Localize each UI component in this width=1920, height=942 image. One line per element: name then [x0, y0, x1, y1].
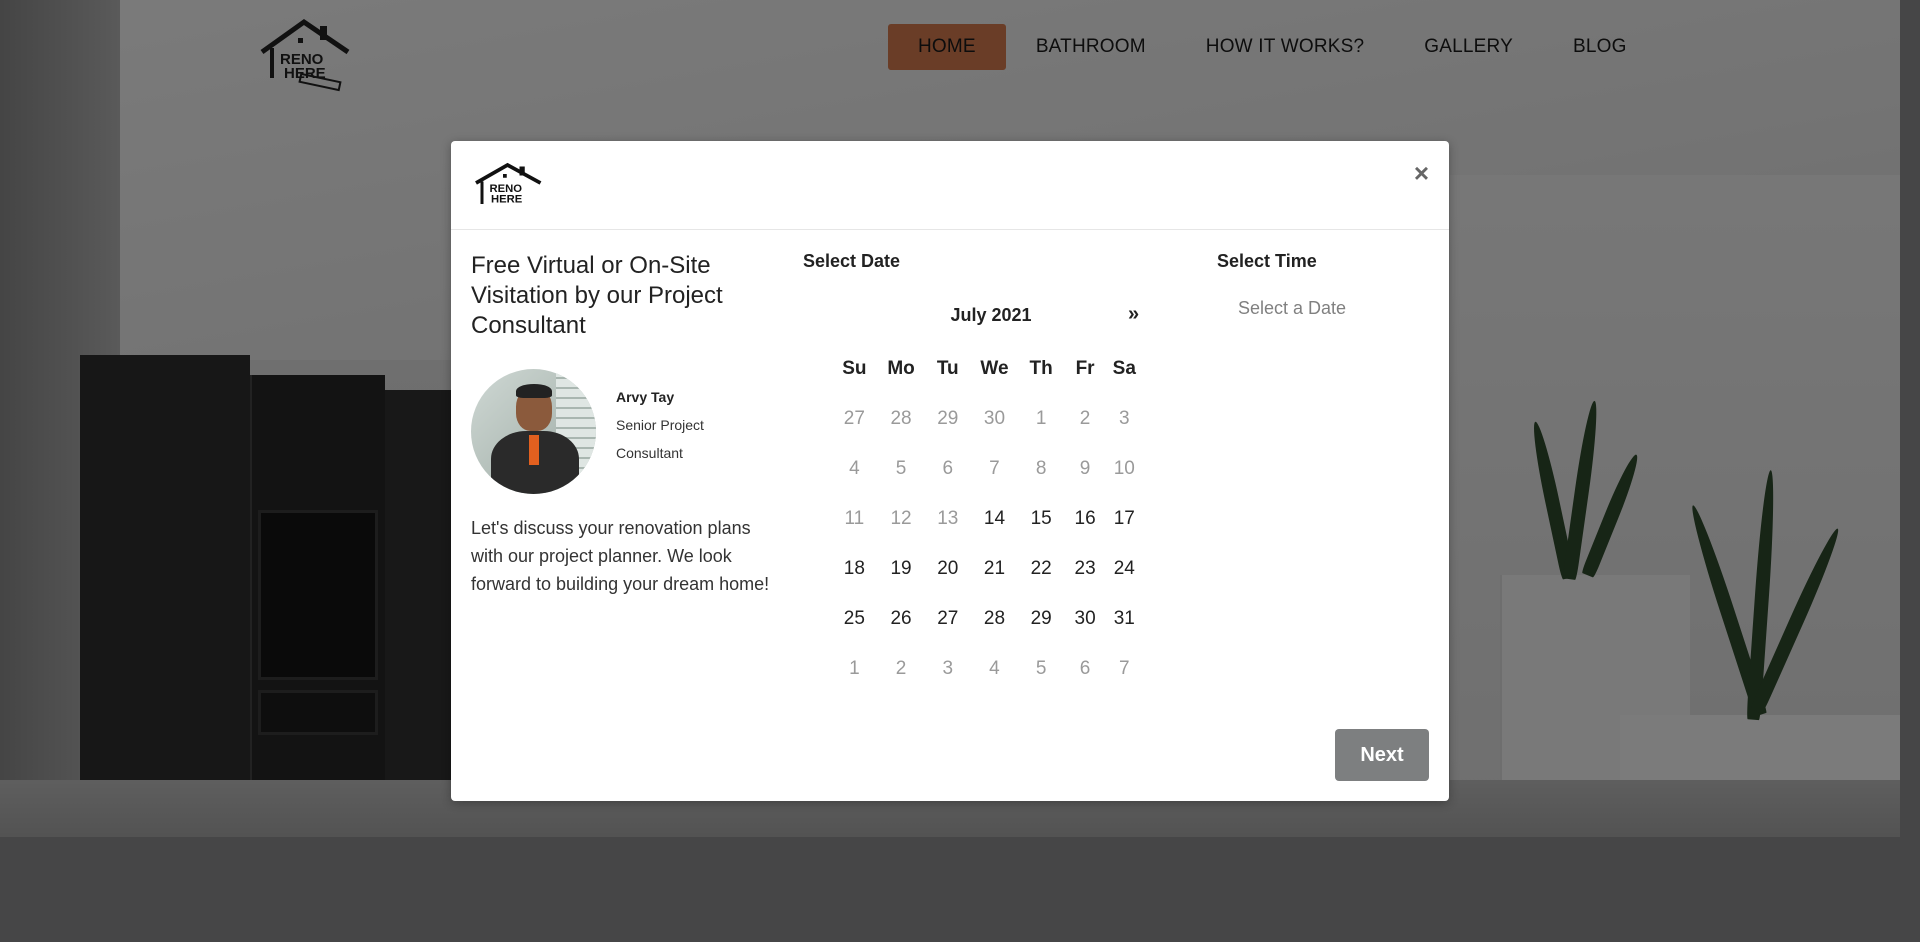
calendar-weekday-row: Su Mo Tu We Th Fr Sa: [831, 344, 1143, 394]
weekday-label: Sa: [1112, 358, 1136, 379]
calendar-day[interactable]: 14: [971, 508, 1018, 530]
consultant-card: Arvy Tay Senior Project Consultant: [471, 369, 771, 494]
nav-item-home[interactable]: HOME: [888, 24, 1006, 70]
consultant-info: Arvy Tay Senior Project Consultant: [616, 383, 726, 467]
calendar-day: 5: [895, 458, 907, 479]
calendar-grid: Su Mo Tu We Th Fr Sa 27 28 29 30 1 2 3 4 5 6 7 8 9 10…: [831, 344, 1143, 694]
calendar-day: 2: [1079, 408, 1091, 429]
consultant-name: Arvy Tay: [616, 389, 675, 405]
calendar-day: 1: [1035, 408, 1047, 429]
calendar-day: 9: [1079, 458, 1091, 479]
logo-text-bottom: HERE: [284, 65, 326, 82]
close-icon[interactable]: ×: [1414, 160, 1429, 186]
calendar-day: 6: [1079, 658, 1091, 679]
weekday-label: Su: [842, 358, 867, 379]
calendar-day[interactable]: 26: [878, 608, 925, 630]
nav-item-blog[interactable]: BLOG: [1543, 24, 1657, 70]
calendar-day: 30: [983, 408, 1006, 429]
calendar-week-row: 18 19 20 21 22 23 24: [831, 544, 1143, 594]
calendar-day[interactable]: 25: [831, 608, 878, 630]
select-time-label: Select Time: [1217, 251, 1317, 271]
calendar-day: 7: [989, 458, 1000, 479]
calendar-day: 4: [989, 658, 1000, 679]
calendar-day[interactable]: 15: [1018, 508, 1065, 530]
date-picker: Select Date July 2021 » Su Mo Tu We Th F…: [803, 251, 1143, 694]
weekday-label: Th: [1029, 358, 1053, 379]
weekday-label: Fr: [1075, 358, 1095, 379]
booking-modal: RENO HERE × Free Virtual or On-Site Visi…: [451, 141, 1449, 801]
calendar-day[interactable]: 30: [1065, 608, 1106, 630]
calendar-day: 8: [1035, 458, 1047, 479]
nav-item-gallery[interactable]: GALLERY: [1394, 24, 1543, 70]
calendar-day: 3: [942, 658, 954, 679]
calendar-day[interactable]: 27: [924, 608, 971, 630]
weekday-label: Mo: [887, 358, 915, 379]
calendar-day: 3: [1119, 408, 1130, 429]
calendar-day[interactable]: 29: [1018, 608, 1065, 630]
calendar-week-row: 4 5 6 7 8 9 10: [831, 444, 1143, 494]
next-month-icon[interactable]: »: [1128, 303, 1139, 326]
calendar-day: 27: [843, 408, 865, 429]
calendar-day: 29: [937, 408, 959, 429]
calendar-day[interactable]: 18: [831, 558, 878, 580]
time-picker: Select Time Select a Date: [1217, 251, 1417, 319]
calendar-day: 13: [937, 508, 959, 529]
calendar-day: 12: [890, 508, 912, 529]
calendar-week-row: 27 28 29 30 1 2 3: [831, 394, 1143, 444]
offer-title: Free Virtual or On-Site Visitation by ou…: [471, 252, 723, 339]
logo-text-bottom: HERE: [491, 194, 523, 206]
calendar-day: 7: [1119, 658, 1130, 679]
calendar-day[interactable]: 20: [924, 558, 971, 580]
modal-header: RENO HERE ×: [451, 141, 1449, 230]
calendar-day[interactable]: 16: [1065, 508, 1106, 530]
calendar-day[interactable]: 24: [1106, 558, 1143, 580]
main-nav: HOME BATHROOM HOW IT WORKS? GALLERY BLOG: [888, 24, 1657, 70]
calendar-day: 4: [849, 458, 860, 479]
next-button[interactable]: Next: [1335, 729, 1429, 781]
weekday-label: We: [980, 358, 1009, 379]
nav-item-bathroom[interactable]: BATHROOM: [1006, 24, 1176, 70]
calendar-day[interactable]: 28: [971, 608, 1018, 630]
consultant-role: Senior Project Consultant: [616, 417, 704, 461]
time-placeholder: Select a Date: [1238, 298, 1347, 318]
calendar-week-row: 11 12 13 14 15 16 17: [831, 494, 1143, 544]
nav-item-how-it-works[interactable]: HOW IT WORKS?: [1176, 24, 1394, 70]
calendar-day: 10: [1113, 458, 1135, 479]
calendar-day[interactable]: 22: [1018, 558, 1065, 580]
calendar-week-row: 25 26 27 28 29 30 31: [831, 594, 1143, 644]
calendar-week-row: 1 2 3 4 5 6 7: [831, 644, 1143, 694]
weekday-label: Tu: [936, 358, 959, 379]
calendar-day: 11: [844, 508, 865, 529]
house-logo-icon: RENO HERE: [475, 162, 542, 206]
calendar-day: 28: [890, 408, 912, 429]
calendar-day[interactable]: 23: [1065, 558, 1106, 580]
calendar-day[interactable]: 17: [1106, 508, 1143, 530]
offer-panel: Free Virtual or On-Site Visitation by ou…: [471, 251, 771, 598]
offer-description: Let's discuss your renovation plans with…: [471, 518, 770, 594]
select-date-label: Select Date: [803, 251, 901, 271]
calendar-month: July 2021: [950, 305, 1032, 325]
calendar-day[interactable]: 31: [1106, 608, 1143, 630]
calendar-day[interactable]: 21: [971, 558, 1018, 580]
house-logo-icon: RENO HERE: [260, 18, 350, 92]
calendar-day: 2: [895, 658, 907, 679]
calendar-day: 1: [849, 658, 860, 679]
site-logo[interactable]: RENO HERE: [258, 18, 354, 92]
calendar-day: 6: [942, 458, 954, 479]
modal-logo: RENO HERE: [473, 162, 545, 207]
calendar-day[interactable]: 19: [878, 558, 925, 580]
calendar-day: 5: [1035, 658, 1047, 679]
calendar-header: July 2021 »: [803, 300, 1143, 330]
consultant-avatar: [471, 369, 596, 494]
